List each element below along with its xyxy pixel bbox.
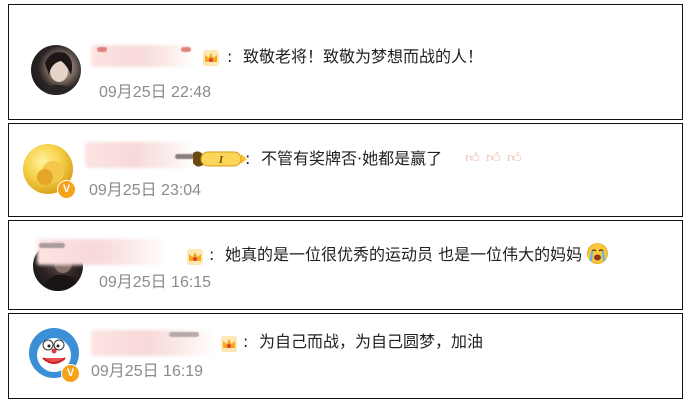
avatar[interactable] (31, 45, 81, 95)
comment-text: 致敬老将！致敬为梦想而战的人！ (243, 47, 484, 66)
comment-separator: : (209, 245, 215, 264)
crying-face-icon (587, 243, 608, 264)
crown-icon (187, 249, 203, 265)
comment-card: V I : 不管有奖牌否·她都是赢了 👍︎ 👍︎ 👍︎ 09月25日 23:04 (8, 123, 683, 217)
crown-icon (203, 50, 219, 66)
comment-time[interactable]: 09月25日 22:48 (99, 83, 211, 103)
thumbs-up-icon: 👍︎ (486, 150, 501, 166)
thumbs-up-emojis: 👍︎ 👍︎ 👍︎ (465, 150, 522, 166)
blur-mark (39, 243, 65, 248)
comment-text: 她真的是一位很优秀的运动员 也是一位伟大的妈妈 (225, 245, 583, 264)
thumbs-up-icon: 👍︎ (507, 150, 522, 166)
comment-time[interactable]: 09月25日 16:19 (91, 362, 203, 382)
comment-card: : 她真的是一位很优秀的运动员 也是一位伟大的妈妈 09月25日 16:15 (8, 220, 683, 310)
comment-separator: : (245, 149, 251, 168)
crown-icon (221, 336, 237, 352)
comment-separator: : (227, 47, 233, 66)
comment-separator: : (243, 332, 249, 351)
comment-list: : 致敬老将！致敬为梦想而战的人！ 09月25日 22:48 V I : 不管有… (0, 0, 690, 404)
verified-v-icon: V (57, 180, 76, 199)
thumbs-up-icon: 👍︎ (465, 150, 480, 166)
comment-card: : 致敬老将！致敬为梦想而战的人！ 09月25日 22:48 (8, 4, 683, 120)
blur-mark (175, 154, 195, 159)
comment-card: V : 为自己而战，为自己圆梦，加油 09月25日 16:19 (8, 313, 683, 399)
level-badge-text: I (218, 154, 224, 166)
comment-text: 不管有奖牌否·她都是赢了 (261, 149, 443, 168)
comment-time[interactable]: 09月25日 23:04 (89, 181, 201, 201)
blur-mark (97, 47, 107, 52)
comment-text: 为自己而战，为自己圆梦，加油 (259, 332, 484, 351)
verified-v-icon: V (61, 364, 80, 383)
blur-mark (181, 47, 191, 52)
comment-time[interactable]: 09月25日 16:15 (99, 273, 211, 293)
blur-mark (169, 332, 199, 337)
